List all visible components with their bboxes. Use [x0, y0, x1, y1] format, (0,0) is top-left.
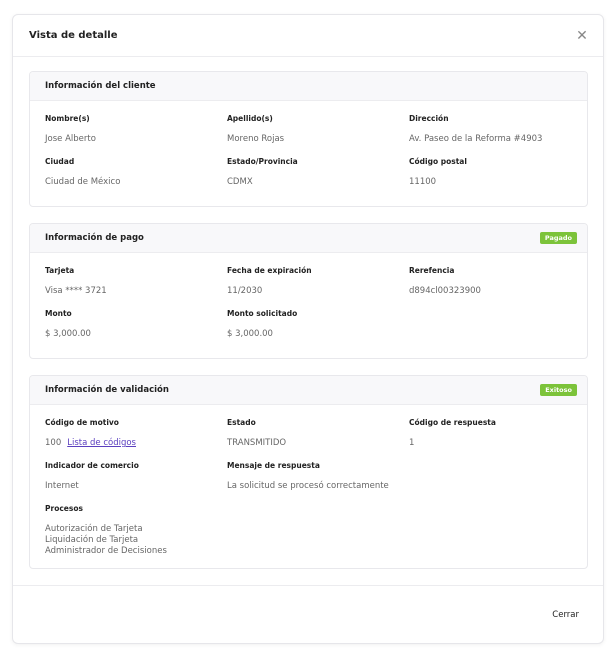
modal-footer: Cerrar — [13, 585, 603, 643]
field-label: Indicador de comercio — [45, 461, 139, 470]
field-value: $ 3,000.00 — [45, 329, 91, 339]
first-name-field: Nombre(s) Jose Alberto — [45, 110, 227, 153]
field-value: La solicitud se procesó correctamente — [227, 481, 389, 491]
city-field: Ciudad Ciudad de México — [45, 153, 227, 196]
field-value: Moreno Rojas — [227, 134, 285, 144]
field-label: Nombre(s) — [45, 114, 90, 123]
field-label: Dirección — [409, 114, 449, 123]
close-button[interactable]: Cerrar — [552, 610, 579, 620]
list-item: Autorización de Tarjeta — [45, 524, 143, 534]
card-header: Información de pago Pagado — [30, 224, 587, 253]
field-label: Código de motivo — [45, 418, 119, 427]
card-title: Información de validación — [45, 385, 169, 395]
close-icon[interactable]: ✕ — [575, 29, 589, 43]
field-value: 11/2030 — [227, 286, 263, 296]
field-label: Código postal — [409, 157, 467, 166]
reference-field: Rerefencia d894cl00323900 — [409, 262, 572, 305]
reason-code-value: 100 — [45, 438, 62, 448]
field-value: d894cl00323900 — [409, 286, 481, 296]
modal-body: Información del cliente Nombre(s) Jose A… — [13, 57, 603, 587]
list-item: Administrador de Decisiones — [45, 546, 167, 556]
card-field: Tarjeta Visa **** 3721 — [45, 262, 227, 305]
field-label: Fecha de expiración — [227, 266, 312, 275]
field-label: Rerefencia — [409, 266, 455, 275]
modal-header: Vista de detalle ✕ — [13, 15, 603, 57]
merchant-indicator-field: Indicador de comercio Internet — [45, 457, 227, 500]
field-label: Monto — [45, 309, 72, 318]
card-header: Información del cliente — [30, 72, 587, 101]
code-list-link[interactable]: Lista de códigos — [67, 438, 136, 448]
field-label: Apellido(s) — [227, 114, 273, 123]
field-value: 11100 — [409, 177, 437, 187]
card-header: Información de validación Exitoso — [30, 376, 587, 405]
status-badge: Exitoso — [540, 384, 577, 396]
field-value: Visa **** 3721 — [45, 286, 107, 296]
client-info-card: Información del cliente Nombre(s) Jose A… — [29, 71, 588, 207]
card-title: Información del cliente — [45, 81, 156, 91]
field-value: TRANSMITIDO — [227, 438, 287, 448]
reason-code-field: Código de motivo 100 Lista de códigos — [45, 414, 227, 457]
payment-info-card: Información de pago Pagado Tarjeta Visa … — [29, 223, 588, 359]
field-label: Tarjeta — [45, 266, 75, 275]
card-title: Información de pago — [45, 233, 144, 243]
list-item: Liquidación de Tarjeta — [45, 535, 139, 545]
field-label: Monto solicitado — [227, 309, 298, 318]
field-label: Ciudad — [45, 157, 75, 166]
field-label: Código de respuesta — [409, 418, 496, 427]
field-label: Estado/Provincia — [227, 157, 298, 166]
detail-modal: Vista de detalle ✕ Información del clien… — [12, 14, 604, 644]
processes-field: Procesos Autorización de Tarjeta Liquida… — [45, 500, 227, 558]
field-value: Jose Alberto — [45, 134, 96, 144]
processes-list: Autorización de Tarjeta Liquidación de T… — [45, 524, 227, 557]
field-label: Estado — [227, 418, 256, 427]
field-value: 100 Lista de códigos — [45, 438, 227, 448]
expiration-field: Fecha de expiración 11/2030 — [227, 262, 409, 305]
field-label: Procesos — [45, 504, 83, 513]
field-value: Ciudad de México — [45, 177, 121, 187]
validation-info-card: Información de validación Exitoso Código… — [29, 375, 588, 569]
amount-field: Monto $ 3,000.00 — [45, 305, 227, 348]
field-value: CDMX — [227, 177, 253, 187]
response-message-field: Mensaje de respuesta La solicitud se pro… — [227, 457, 572, 500]
status-badge: Pagado — [539, 232, 577, 244]
field-value: Av. Paseo de la Reforma #4903 — [409, 134, 543, 144]
address-field: Dirección Av. Paseo de la Reforma #4903 — [409, 110, 572, 153]
field-value: Internet — [45, 481, 79, 491]
field-label: Mensaje de respuesta — [227, 461, 320, 470]
requested-amount-field: Monto solicitado $ 3,000.00 — [227, 305, 409, 348]
status-field: Estado TRANSMITIDO — [227, 414, 409, 457]
postal-code-field: Código postal 11100 — [409, 153, 572, 196]
state-field: Estado/Provincia CDMX — [227, 153, 409, 196]
field-value: $ 3,000.00 — [227, 329, 273, 339]
response-code-field: Código de respuesta 1 — [409, 414, 572, 457]
field-value: 1 — [409, 438, 415, 448]
modal-title: Vista de detalle — [29, 30, 118, 41]
last-name-field: Apellido(s) Moreno Rojas — [227, 110, 409, 153]
